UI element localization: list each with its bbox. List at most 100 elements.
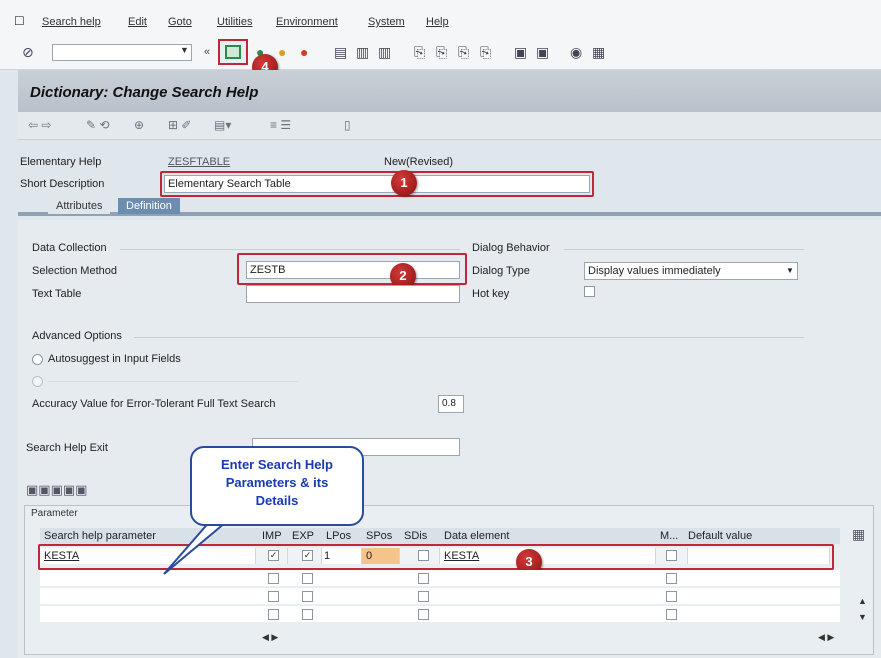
- imp-checkbox[interactable]: [268, 591, 279, 602]
- autosuggest-radio[interactable]: [32, 354, 43, 365]
- sdis-checkbox[interactable]: [418, 591, 429, 602]
- enter-icon[interactable]: ⊘: [22, 44, 34, 61]
- menu-help[interactable]: Help: [426, 16, 449, 28]
- full-text-radio[interactable]: [32, 376, 43, 387]
- parameter-group-title: Parameter: [31, 508, 78, 519]
- command-field[interactable]: [52, 44, 192, 61]
- find-next-icon[interactable]: ▥: [378, 44, 391, 61]
- first-page-icon[interactable]: ⎘: [414, 44, 425, 61]
- short-description-label: Short Description: [20, 178, 105, 190]
- col-modified[interactable]: M...: [660, 530, 678, 542]
- highlight-box-selection-method: [237, 253, 467, 285]
- save-button[interactable]: [218, 39, 248, 65]
- modified-checkbox[interactable]: [666, 591, 677, 602]
- column-settings-icon[interactable]: ▦: [852, 526, 865, 543]
- accuracy-label: Accuracy Value for Error-Tolerant Full T…: [32, 398, 276, 410]
- autosuggest-label: Autosuggest in Input Fields: [48, 353, 181, 365]
- advanced-options-heading: Advanced Options: [32, 330, 122, 342]
- activate-icon[interactable]: ⊕: [134, 118, 144, 132]
- exp-checkbox[interactable]: [302, 609, 313, 620]
- sdis-checkbox[interactable]: [418, 609, 429, 620]
- accuracy-field[interactable]: 0.8: [438, 395, 464, 413]
- menu-environment[interactable]: Environment: [276, 16, 338, 28]
- hot-key-label: Hot key: [472, 288, 510, 300]
- table-row[interactable]: [40, 588, 840, 604]
- divider: [120, 249, 460, 250]
- scroll-down-icon[interactable]: ▼: [858, 612, 867, 622]
- menu-search-help[interactable]: Search help: [42, 16, 101, 28]
- search-help-exit-label: Search Help Exit: [26, 442, 108, 454]
- new-session-icon[interactable]: ▣: [514, 44, 527, 61]
- tab-strip: Attributes Definition: [18, 198, 881, 216]
- last-page-icon[interactable]: ⎘: [480, 44, 491, 61]
- layout-icon[interactable]: ▦: [592, 44, 605, 61]
- dialog-type-select[interactable]: Display values immediately: [584, 262, 798, 280]
- text-table-label: Text Table: [32, 288, 82, 300]
- scroll-up-icon[interactable]: ▲: [858, 596, 867, 606]
- tab-definition[interactable]: Definition: [118, 198, 180, 214]
- dialog-behavior-heading: Dialog Behavior: [472, 242, 550, 254]
- highlight-box-short-description: [160, 171, 594, 197]
- find-icon[interactable]: ▥: [356, 44, 369, 61]
- elementary-help-label: Elementary Help: [20, 156, 102, 168]
- callout-text: Enter Search Help Parameters & its Detai…: [221, 457, 333, 508]
- col-spos[interactable]: SPos: [366, 530, 392, 542]
- callout-bubble: Enter Search Help Parameters & its Detai…: [190, 446, 364, 526]
- menu-goto[interactable]: Goto: [168, 16, 192, 28]
- imp-checkbox[interactable]: [268, 609, 279, 620]
- application-toolbar: ⇦ ⇨ ✎ ⟲ ⊕ ⊞ ✐ ▤▾ ≡ ☰ ▯: [18, 112, 881, 140]
- selection-method-label: Selection Method: [32, 265, 117, 277]
- object-list-icon[interactable]: ▤▾: [214, 118, 231, 132]
- col-lpos[interactable]: LPos: [326, 530, 351, 542]
- disabled-option-text: [48, 381, 298, 382]
- hot-key-field[interactable]: [584, 286, 595, 297]
- scroll-left-icon[interactable]: ◀ ▶: [262, 632, 278, 643]
- menu-utilities[interactable]: Utilities: [217, 16, 252, 28]
- exp-checkbox[interactable]: [302, 573, 313, 584]
- col-data-element[interactable]: Data element: [444, 530, 509, 542]
- col-sdis[interactable]: SDis: [404, 530, 427, 542]
- menu-edit[interactable]: Edit: [128, 16, 147, 28]
- menu-system[interactable]: System: [368, 16, 405, 28]
- modified-checkbox[interactable]: [666, 573, 677, 584]
- display-change-icon[interactable]: ✎ ⟲: [86, 118, 109, 132]
- modified-checkbox[interactable]: [666, 609, 677, 620]
- back-arrow-icon[interactable]: ⇦ ⇨: [28, 118, 51, 132]
- data-collection-heading: Data Collection: [32, 242, 107, 254]
- tab-attributes[interactable]: Attributes: [48, 198, 111, 214]
- chevron-down-icon[interactable]: ▼: [180, 45, 189, 55]
- col-default-value[interactable]: Default value: [688, 530, 752, 542]
- annotation-badge-1: 1: [391, 170, 417, 196]
- menu-bar: ☐ Search help Edit Goto Utilities Enviro…: [0, 0, 881, 36]
- col-exp[interactable]: EXP: [292, 530, 314, 542]
- hierarchy-icon[interactable]: ⊞ ✐: [168, 118, 191, 132]
- where-used-icon[interactable]: ≡ ☰: [270, 118, 291, 132]
- col-search-help-parameter[interactable]: Search help parameter: [44, 530, 156, 542]
- sdis-checkbox[interactable]: [418, 573, 429, 584]
- table-toolbar-icons[interactable]: ▣▣▣▣▣: [26, 482, 87, 498]
- divider: [134, 337, 804, 338]
- menu-icon[interactable]: ☐: [14, 14, 25, 28]
- save-icon: [225, 45, 241, 59]
- scroll-right-icon[interactable]: ◀ ▶: [818, 632, 834, 643]
- title-bar: Dictionary: Change Search Help: [18, 70, 881, 112]
- shortcut-icon[interactable]: ▣: [536, 44, 549, 61]
- imp-checkbox[interactable]: [268, 573, 279, 584]
- info-icon[interactable]: ▯: [344, 118, 351, 132]
- collapse-icon[interactable]: «: [204, 46, 210, 58]
- highlight-box-parameter-row: [38, 544, 834, 570]
- divider: [564, 249, 804, 250]
- text-table-field[interactable]: [246, 285, 460, 303]
- chevron-down-icon[interactable]: ▼: [786, 266, 794, 275]
- help-icon[interactable]: ◉: [570, 44, 582, 61]
- previous-page-icon[interactable]: ⎘: [436, 44, 447, 61]
- standard-toolbar: ⊘ ▼ « ● ● ● ▤ ▥ ▥ ⎘ ⎘ ⎘ ⎘ ▣ ▣ ◉ ▦: [0, 36, 881, 70]
- dialog-type-label: Dialog Type: [472, 265, 530, 277]
- next-page-icon[interactable]: ⎘: [458, 44, 469, 61]
- cancel-icon[interactable]: ●: [300, 44, 308, 60]
- col-imp[interactable]: IMP: [262, 530, 282, 542]
- table-row[interactable]: [40, 606, 840, 622]
- print-icon[interactable]: ▤: [334, 44, 347, 61]
- exp-checkbox[interactable]: [302, 591, 313, 602]
- exit-icon[interactable]: ●: [278, 44, 286, 60]
